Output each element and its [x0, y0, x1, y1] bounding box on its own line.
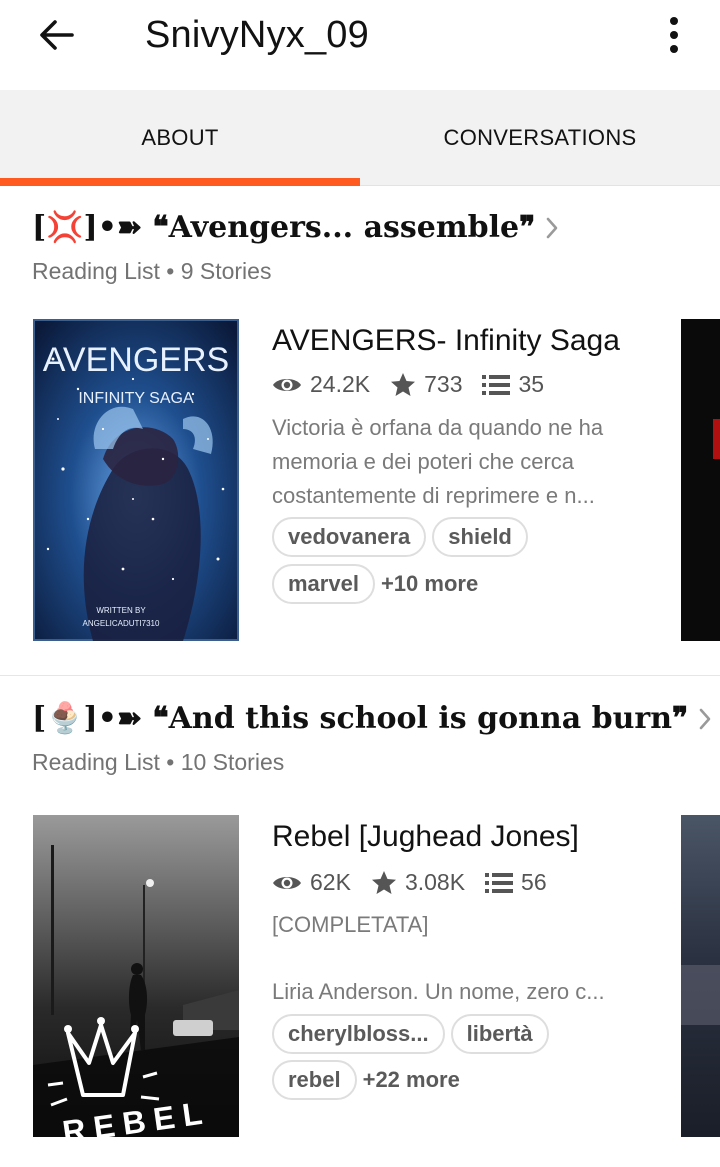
reading-list-section: [💢]•➽ ❝Avengers... assemble❞ Reading Lis…: [0, 186, 720, 676]
more-vert-icon: [670, 17, 678, 25]
story-description: Liria Anderson. Un nome, zero c...: [272, 979, 605, 1004]
back-button[interactable]: [30, 12, 82, 58]
cover-image: [681, 965, 720, 1025]
more-tags-link[interactable]: +10 more: [381, 571, 478, 597]
reading-list-header[interactable]: [🍨]•➽ ❝And this school is gonna burn❞: [32, 701, 716, 736]
star-icon: [391, 372, 416, 396]
reading-list-subtitle: Reading List • 9 Stories: [32, 258, 272, 284]
tag-chip[interactable]: cherylbloss...: [272, 1014, 445, 1054]
reading-list-title: [💢]•➽ ❝Avengers... assemble❞: [32, 210, 536, 245]
more-tags-link[interactable]: +22 more: [363, 1067, 460, 1093]
cover-title: AVENGERS: [43, 341, 229, 379]
tab-bar: ABOUT CONVERSATIONS: [0, 90, 720, 186]
reading-list-title: [🍨]•➽ ❝And this school is gonna burn❞: [32, 701, 689, 736]
story-stats: 24.2K 733 35: [272, 371, 564, 398]
cover-subtitle: INFINITY SAGA: [78, 390, 194, 407]
tag-chip[interactable]: shield: [432, 517, 528, 557]
parts-count: 35: [518, 371, 545, 397]
story-description: Victoria è orfana da quando ne ha memori…: [272, 415, 604, 508]
tag-row: marvel +10 more: [272, 564, 478, 604]
reads-count: 24.2K: [310, 371, 371, 397]
reading-list-subtitle: Reading List • 10 Stories: [32, 749, 285, 775]
cover-image: [713, 419, 720, 459]
cover-image: AVENGERS INFINITY SAGA WRITTEN BY ANGELI…: [33, 319, 239, 641]
eye-icon: [273, 378, 301, 391]
parts-count: 56: [521, 869, 547, 895]
cover-author: ANGELICADUTI7310: [83, 619, 160, 628]
next-story-cover[interactable]: [681, 815, 720, 1137]
next-story-cover[interactable]: [681, 319, 720, 641]
more-options-button[interactable]: [654, 12, 694, 58]
story-cover-rebel[interactable]: REBEL: [33, 815, 239, 1137]
reading-list-section: [🍨]•➽ ❝And this school is gonna burn❞ Re…: [0, 677, 720, 1167]
story-cover-avengers[interactable]: AVENGERS INFINITY SAGA WRITTEN BY ANGELI…: [33, 319, 239, 641]
story-status: [COMPLETATA]: [272, 912, 429, 937]
tag-chip[interactable]: vedovanera: [272, 517, 427, 557]
chevron-right-icon: [698, 706, 716, 732]
tag-chip[interactable]: libertà: [450, 1014, 549, 1054]
star-icon: [371, 870, 396, 894]
arrow-left-icon: [40, 20, 74, 50]
page-title: SnivyNyx_09: [145, 14, 369, 56]
reads-count: 62K: [310, 869, 351, 895]
tag-row: vedovanera shield: [272, 517, 534, 557]
chevron-right-icon: [545, 215, 563, 241]
cover-credit: WRITTEN BY: [96, 606, 146, 615]
tab-about[interactable]: ABOUT: [0, 90, 360, 186]
story-title[interactable]: Rebel [Jughead Jones]: [272, 820, 579, 854]
tag-row: rebel +22 more: [272, 1060, 460, 1100]
reading-list-header[interactable]: [💢]•➽ ❝Avengers... assemble❞: [32, 210, 563, 245]
tab-conversations[interactable]: CONVERSATIONS: [360, 90, 720, 186]
story-title[interactable]: AVENGERS- Infinity Saga: [272, 324, 620, 358]
tag-chip[interactable]: marvel: [272, 564, 375, 604]
cover-image: REBEL: [33, 815, 239, 1137]
app-bar: SnivyNyx_09: [0, 0, 720, 90]
tag-chip[interactable]: rebel: [272, 1060, 357, 1100]
list-icon: [485, 872, 514, 893]
list-icon: [482, 374, 511, 395]
eye-icon: [273, 876, 301, 889]
story-stats: 62K 3.08K 56: [272, 869, 567, 896]
tag-row: cherylbloss... libertà: [272, 1014, 555, 1054]
votes-count: 733: [424, 371, 463, 397]
votes-count: 3.08K: [404, 869, 466, 895]
